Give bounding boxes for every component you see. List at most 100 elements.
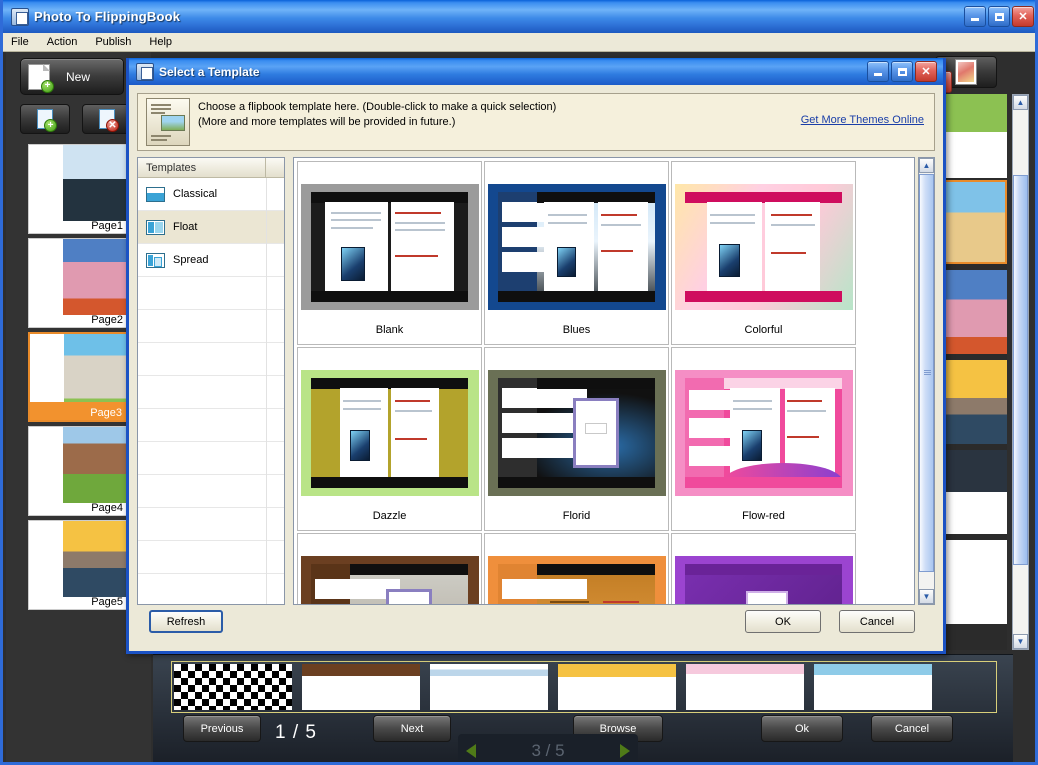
template-thumbnail xyxy=(674,184,853,310)
template-item-flow-red[interactable]: Flow-red xyxy=(671,347,856,531)
dialog-title: Select a Template xyxy=(159,64,260,79)
ok-button-label: OK xyxy=(775,615,791,628)
maximize-icon xyxy=(897,67,907,76)
template-item-blues[interactable]: Blues xyxy=(484,161,669,345)
dialog-ok-button[interactable]: OK xyxy=(745,610,821,633)
add-page-button[interactable]: + xyxy=(20,104,70,134)
add-page-icon: + xyxy=(37,109,57,132)
main-cancel-button[interactable]: Cancel xyxy=(871,715,953,742)
menu-item-file[interactable]: File xyxy=(11,36,29,48)
float-layout-icon xyxy=(146,219,165,235)
page-thumb-2[interactable]: Page2 xyxy=(28,238,128,328)
scrollbar-thumb[interactable] xyxy=(1013,175,1028,565)
category-empty-row xyxy=(138,409,284,442)
delete-page-icon: ✕ xyxy=(99,109,119,132)
scroll-up-icon[interactable]: ▲ xyxy=(1013,95,1028,110)
arrow-left-icon[interactable] xyxy=(466,744,476,758)
template-item-7[interactable] xyxy=(297,533,482,604)
template-thumbnail xyxy=(674,556,853,604)
categories-header-label: Templates xyxy=(146,161,197,174)
template-item-9[interactable] xyxy=(671,533,856,604)
page-thumb-3[interactable]: Page3 xyxy=(28,332,128,422)
category-item-classical[interactable]: Classical xyxy=(138,178,284,211)
maximize-button[interactable] xyxy=(988,6,1010,27)
template-thumbnail xyxy=(300,370,479,496)
select-template-dialog: Select a Template ✕ Choose a flipbook te… xyxy=(126,58,946,654)
scroll-up-icon[interactable]: ▲ xyxy=(919,158,934,173)
inner-navigation: 3 / 5 xyxy=(458,734,638,762)
dialog-close-button[interactable]: ✕ xyxy=(915,61,937,82)
dialog-app-icon xyxy=(136,62,154,81)
window-controls: ✕ xyxy=(964,6,1034,27)
filmstrip-bar: Previous 1 / 5 Next Browse Ok Cancel 3 /… xyxy=(153,654,1013,762)
app-icon xyxy=(11,7,29,26)
minimize-button[interactable] xyxy=(964,6,986,27)
category-column-line xyxy=(266,178,267,604)
template-label: Flow-red xyxy=(742,510,785,522)
template-item-8[interactable] xyxy=(484,533,669,604)
get-more-themes-link[interactable]: Get More Themes Online xyxy=(801,114,924,126)
scrollbar-thumb[interactable] xyxy=(919,174,934,572)
template-thumbnail xyxy=(487,184,666,310)
template-row-partial xyxy=(296,532,912,604)
film-cell[interactable] xyxy=(174,664,292,710)
page-thumb-5[interactable]: Page5 xyxy=(28,520,128,610)
next-button[interactable]: Next xyxy=(373,715,451,742)
delete-page-button[interactable]: ✕ xyxy=(82,104,132,134)
category-empty-row xyxy=(138,541,284,574)
arrow-right-icon[interactable] xyxy=(620,744,630,758)
menu-item-publish[interactable]: Publish xyxy=(95,36,131,48)
menu-item-action[interactable]: Action xyxy=(47,36,78,48)
close-button[interactable]: ✕ xyxy=(1012,6,1034,27)
dialog-minimize-button[interactable] xyxy=(867,61,889,82)
info-panel: Choose a flipbook template here. (Double… xyxy=(137,93,935,151)
template-grid-scrollbar[interactable]: ▲ ▼ xyxy=(918,157,935,605)
template-thumbnail xyxy=(674,370,853,496)
info-line-1: Choose a flipbook template here. (Double… xyxy=(198,101,557,113)
main-ok-button[interactable]: Ok xyxy=(761,715,843,742)
window-title: Photo To FlippingBook xyxy=(34,9,181,24)
film-cell[interactable] xyxy=(302,664,420,710)
refresh-button[interactable]: Refresh xyxy=(149,610,223,633)
new-button[interactable]: + New xyxy=(20,58,124,95)
category-label: Classical xyxy=(173,188,218,200)
previous-button[interactable]: Previous xyxy=(183,715,261,742)
minimize-icon xyxy=(874,73,882,76)
dialog-window-controls: ✕ xyxy=(867,61,937,82)
template-item-colorful[interactable]: Colorful xyxy=(671,161,856,345)
category-label: Float xyxy=(173,221,198,233)
dialog-body: Choose a flipbook template here. (Double… xyxy=(129,85,943,651)
template-row: Blank Blues Colorful xyxy=(296,160,912,346)
category-empty-row xyxy=(138,574,284,604)
template-thumbnail xyxy=(300,556,479,604)
filmstrip-row xyxy=(171,661,997,713)
page-thumb-image xyxy=(63,521,127,597)
template-grid: Blank Blues Colorful Dazzle Florid Flow-… xyxy=(293,157,915,605)
template-item-blank[interactable]: Blank xyxy=(297,161,482,345)
film-cell[interactable] xyxy=(814,664,932,710)
category-empty-row xyxy=(138,343,284,376)
film-cell[interactable] xyxy=(430,664,548,710)
category-item-spread[interactable]: Spread xyxy=(138,244,284,277)
category-empty-row xyxy=(138,475,284,508)
category-empty-row xyxy=(138,376,284,409)
menu-item-help[interactable]: Help xyxy=(149,36,172,48)
film-cell[interactable] xyxy=(558,664,676,710)
right-scrollbar[interactable]: ▲ ▼ xyxy=(1012,94,1029,650)
template-item-dazzle[interactable]: Dazzle xyxy=(297,347,482,531)
film-cell[interactable] xyxy=(686,664,804,710)
category-empty-row xyxy=(138,508,284,541)
dialog-cancel-button[interactable]: Cancel xyxy=(839,610,915,633)
template-item-florid[interactable]: Florid xyxy=(484,347,669,531)
inner-page-counter: 3 / 5 xyxy=(531,741,565,760)
category-empty-row xyxy=(138,442,284,475)
page-thumb-4[interactable]: Page4 xyxy=(28,426,128,516)
maximize-icon xyxy=(994,12,1004,21)
dialog-maximize-button[interactable] xyxy=(891,61,913,82)
column-splitter[interactable] xyxy=(265,158,266,178)
scroll-down-icon[interactable]: ▼ xyxy=(919,589,934,604)
scroll-down-icon[interactable]: ▼ xyxy=(1013,634,1028,649)
category-item-float[interactable]: Float xyxy=(138,211,284,244)
template-thumbnail xyxy=(487,370,666,496)
page-thumb-1[interactable]: Page1 xyxy=(28,144,128,234)
